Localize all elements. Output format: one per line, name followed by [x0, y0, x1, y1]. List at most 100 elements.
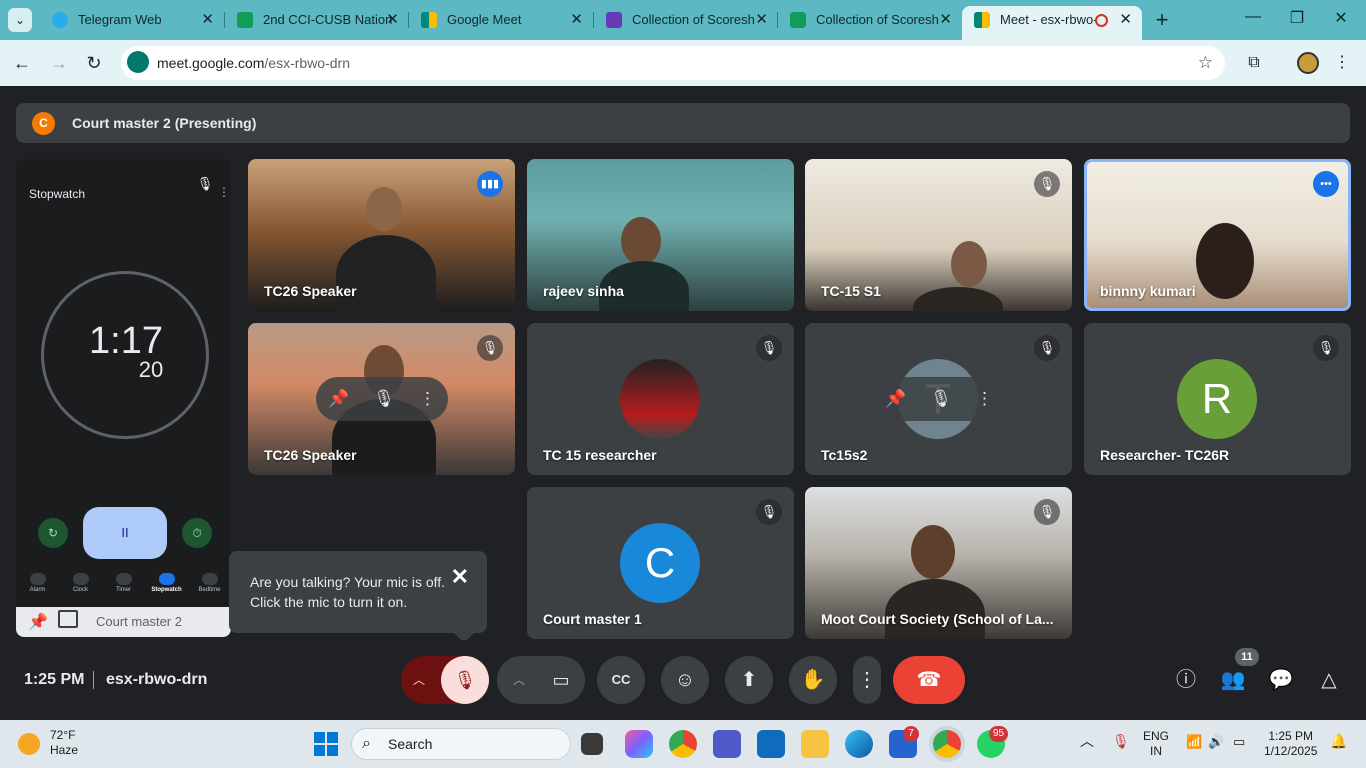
participant-tile[interactable]: ▮▮▮ TC26 Speaker — [248, 159, 515, 311]
video-settings-chevron-icon[interactable]: ︿ — [513, 656, 525, 704]
mic-toggle-button[interactable]: 🎙 — [441, 656, 489, 704]
reload-icon[interactable]: ↻ — [82, 51, 106, 75]
search-placeholder: Search — [388, 736, 433, 752]
notification-bell-icon[interactable]: 🔔 — [1330, 734, 1347, 749]
tab-meet-active[interactable]: Meet - esx-rbwo- ✕ — [962, 6, 1142, 40]
present-screen-button[interactable]: ⬆ — [725, 656, 773, 704]
tab-alarm[interactable]: Alarm — [18, 571, 58, 607]
participant-tile[interactable]: 🎙 TC 15 researcher — [527, 323, 794, 475]
mute-participant-icon[interactable]: 🎙 — [373, 389, 395, 409]
file-explorer-icon[interactable] — [801, 730, 829, 758]
pin-icon[interactable]: 📌 — [885, 389, 906, 409]
audio-settings-chevron-icon[interactable]: ︿ — [413, 656, 425, 704]
back-icon[interactable]: ← — [10, 51, 34, 75]
participant-name: TC-15 S1 — [821, 283, 881, 299]
participant-tile[interactable]: C 🎙 Court master 1 — [527, 487, 794, 639]
battery-icon[interactable]: ▭ — [1233, 734, 1245, 749]
teams-icon[interactable] — [713, 730, 741, 758]
people-icon[interactable]: 👥 — [1217, 664, 1249, 696]
lap-icon[interactable]: ⏱ — [182, 518, 212, 548]
raise-hand-button[interactable]: ✋ — [789, 656, 837, 704]
close-icon[interactable]: ✕ — [451, 566, 469, 588]
telegram-icon — [52, 12, 68, 28]
wifi-icon[interactable]: 📶 — [1186, 734, 1202, 749]
chevron-up-icon[interactable]: ︿ — [1080, 734, 1094, 749]
browser-menu-icon[interactable]: ⋮ — [1331, 52, 1353, 74]
mic-off-icon: 🎙 — [756, 335, 782, 361]
forward-icon[interactable]: → — [47, 51, 71, 75]
fullscreen-icon[interactable] — [58, 610, 78, 628]
participant-tile[interactable]: ••• binnny kumari — [1084, 159, 1351, 311]
leave-call-button[interactable]: ☎ — [893, 656, 965, 704]
tab-clock[interactable]: Clock — [61, 571, 101, 607]
captions-button[interactable]: CC — [597, 656, 645, 704]
chat-icon[interactable]: 💬 — [1265, 664, 1297, 696]
extensions-icon[interactable]: ⧉ — [1243, 52, 1265, 74]
tab-label: Telegram Web — [78, 12, 162, 27]
pin-icon[interactable]: 📌 — [328, 389, 349, 409]
restore-icon[interactable]: ❐ — [1282, 8, 1312, 28]
close-icon[interactable]: ✕ — [570, 6, 583, 34]
meeting-info-icon[interactable]: ⓘ — [1170, 664, 1202, 696]
participant-tile[interactable]: rajeev sinha — [527, 159, 794, 311]
tab-search-button[interactable]: ⌄ — [8, 8, 32, 32]
screen-share-tile[interactable]: Stopwatch 🎙 ⋮ 1:17 20 ↻ II ⏱ Alarm Clock… — [16, 159, 231, 637]
chrome-icon[interactable] — [669, 730, 697, 758]
volume-icon[interactable]: 🔊 — [1208, 734, 1224, 749]
windows-start-icon[interactable] — [314, 732, 338, 756]
more-options-icon[interactable]: ••• — [1313, 171, 1339, 197]
pin-icon[interactable]: 📌 — [28, 612, 48, 632]
stopwatch-hundredths: 20 — [138, 357, 164, 382]
participant-tile[interactable]: R 🎙 Researcher- TC26R — [1084, 323, 1351, 475]
participant-name: binnny kumari — [1100, 283, 1196, 299]
reset-icon[interactable]: ↻ — [38, 518, 68, 548]
site-info-icon[interactable] — [127, 51, 149, 73]
close-icon[interactable]: ✕ — [201, 6, 214, 34]
avatar: C — [32, 112, 55, 135]
close-icon[interactable]: ✕ — [939, 6, 952, 34]
participant-tile[interactable]: 🎙 Moot Court Society (School of La... — [805, 487, 1072, 639]
address-bar[interactable]: meet.google.com/esx-rbwo-drn ☆ — [121, 46, 1225, 80]
activities-icon[interactable]: △ — [1313, 664, 1345, 696]
copilot-icon[interactable] — [625, 730, 653, 758]
tab-stopwatch[interactable]: Stopwatch — [147, 571, 187, 607]
presenting-title: Court master 2 (Presenting) — [72, 115, 257, 131]
system-clock[interactable]: 1:25 PM 1/12/2025 — [1264, 729, 1317, 759]
bookmark-star-icon[interactable]: ☆ — [1198, 46, 1213, 80]
participant-tile[interactable]: 🎙 TC-15 S1 — [805, 159, 1072, 311]
participant-tile[interactable]: 🎙 📌 🎙 ⋮ TC26 Speaker — [248, 323, 515, 475]
new-tab-button[interactable]: + — [1150, 6, 1174, 34]
avatar: C — [620, 523, 700, 603]
browser-tab-strip: ⌄ Telegram Web ✕ 2nd CCI-CUSB Nation ✕ G… — [0, 0, 1366, 40]
tab-timer[interactable]: Timer — [104, 571, 144, 607]
tab-scoresheet-sheet[interactable]: Collection of Scoresh ✕ — [778, 6, 962, 34]
close-icon[interactable]: ✕ — [1119, 6, 1132, 34]
close-window-icon[interactable]: ✕ — [1326, 8, 1356, 28]
store-icon[interactable] — [757, 730, 785, 758]
profile-avatar[interactable] — [1297, 52, 1319, 74]
chrome-active-icon[interactable] — [933, 730, 961, 758]
task-view-icon[interactable] — [581, 733, 603, 755]
mic-off-icon: 🎙 — [196, 176, 214, 191]
close-icon[interactable]: ✕ — [755, 6, 768, 34]
more-options-icon[interactable]: ⋮ — [976, 389, 993, 409]
tab-telegram[interactable]: Telegram Web ✕ — [40, 6, 224, 34]
close-icon[interactable]: ✕ — [386, 6, 399, 34]
minimize-icon[interactable]: — — [1238, 8, 1268, 26]
tab-bedtime[interactable]: Bedtime — [190, 571, 230, 607]
camera-toggle-button[interactable]: ▭ — [537, 656, 585, 704]
tab-scoresheet-form[interactable]: Collection of Scoresh ✕ — [594, 6, 778, 34]
mute-participant-icon[interactable]: 🎙 — [930, 389, 952, 409]
mic-in-use-icon[interactable]: 🎙 — [1112, 734, 1130, 749]
more-options-button[interactable]: ⋮ — [853, 656, 881, 704]
more-options-icon[interactable]: ⋮ — [419, 389, 436, 409]
tab-google-meet[interactable]: Google Meet ✕ — [409, 6, 593, 34]
language-indicator[interactable]: ENG IN — [1143, 729, 1169, 759]
participant-tile[interactable]: T 🎙 📌 🎙 ⋮ Tc15s2 — [805, 323, 1072, 475]
tab-cci-sheet[interactable]: 2nd CCI-CUSB Nation ✕ — [225, 6, 409, 34]
more-options-icon[interactable]: ⋮ — [218, 185, 230, 199]
emoji-reactions-button[interactable]: ☺ — [661, 656, 709, 704]
taskbar-search[interactable]: ⌕ Search — [351, 728, 571, 760]
pause-button[interactable]: II — [83, 507, 167, 559]
edge-icon[interactable] — [845, 730, 873, 758]
